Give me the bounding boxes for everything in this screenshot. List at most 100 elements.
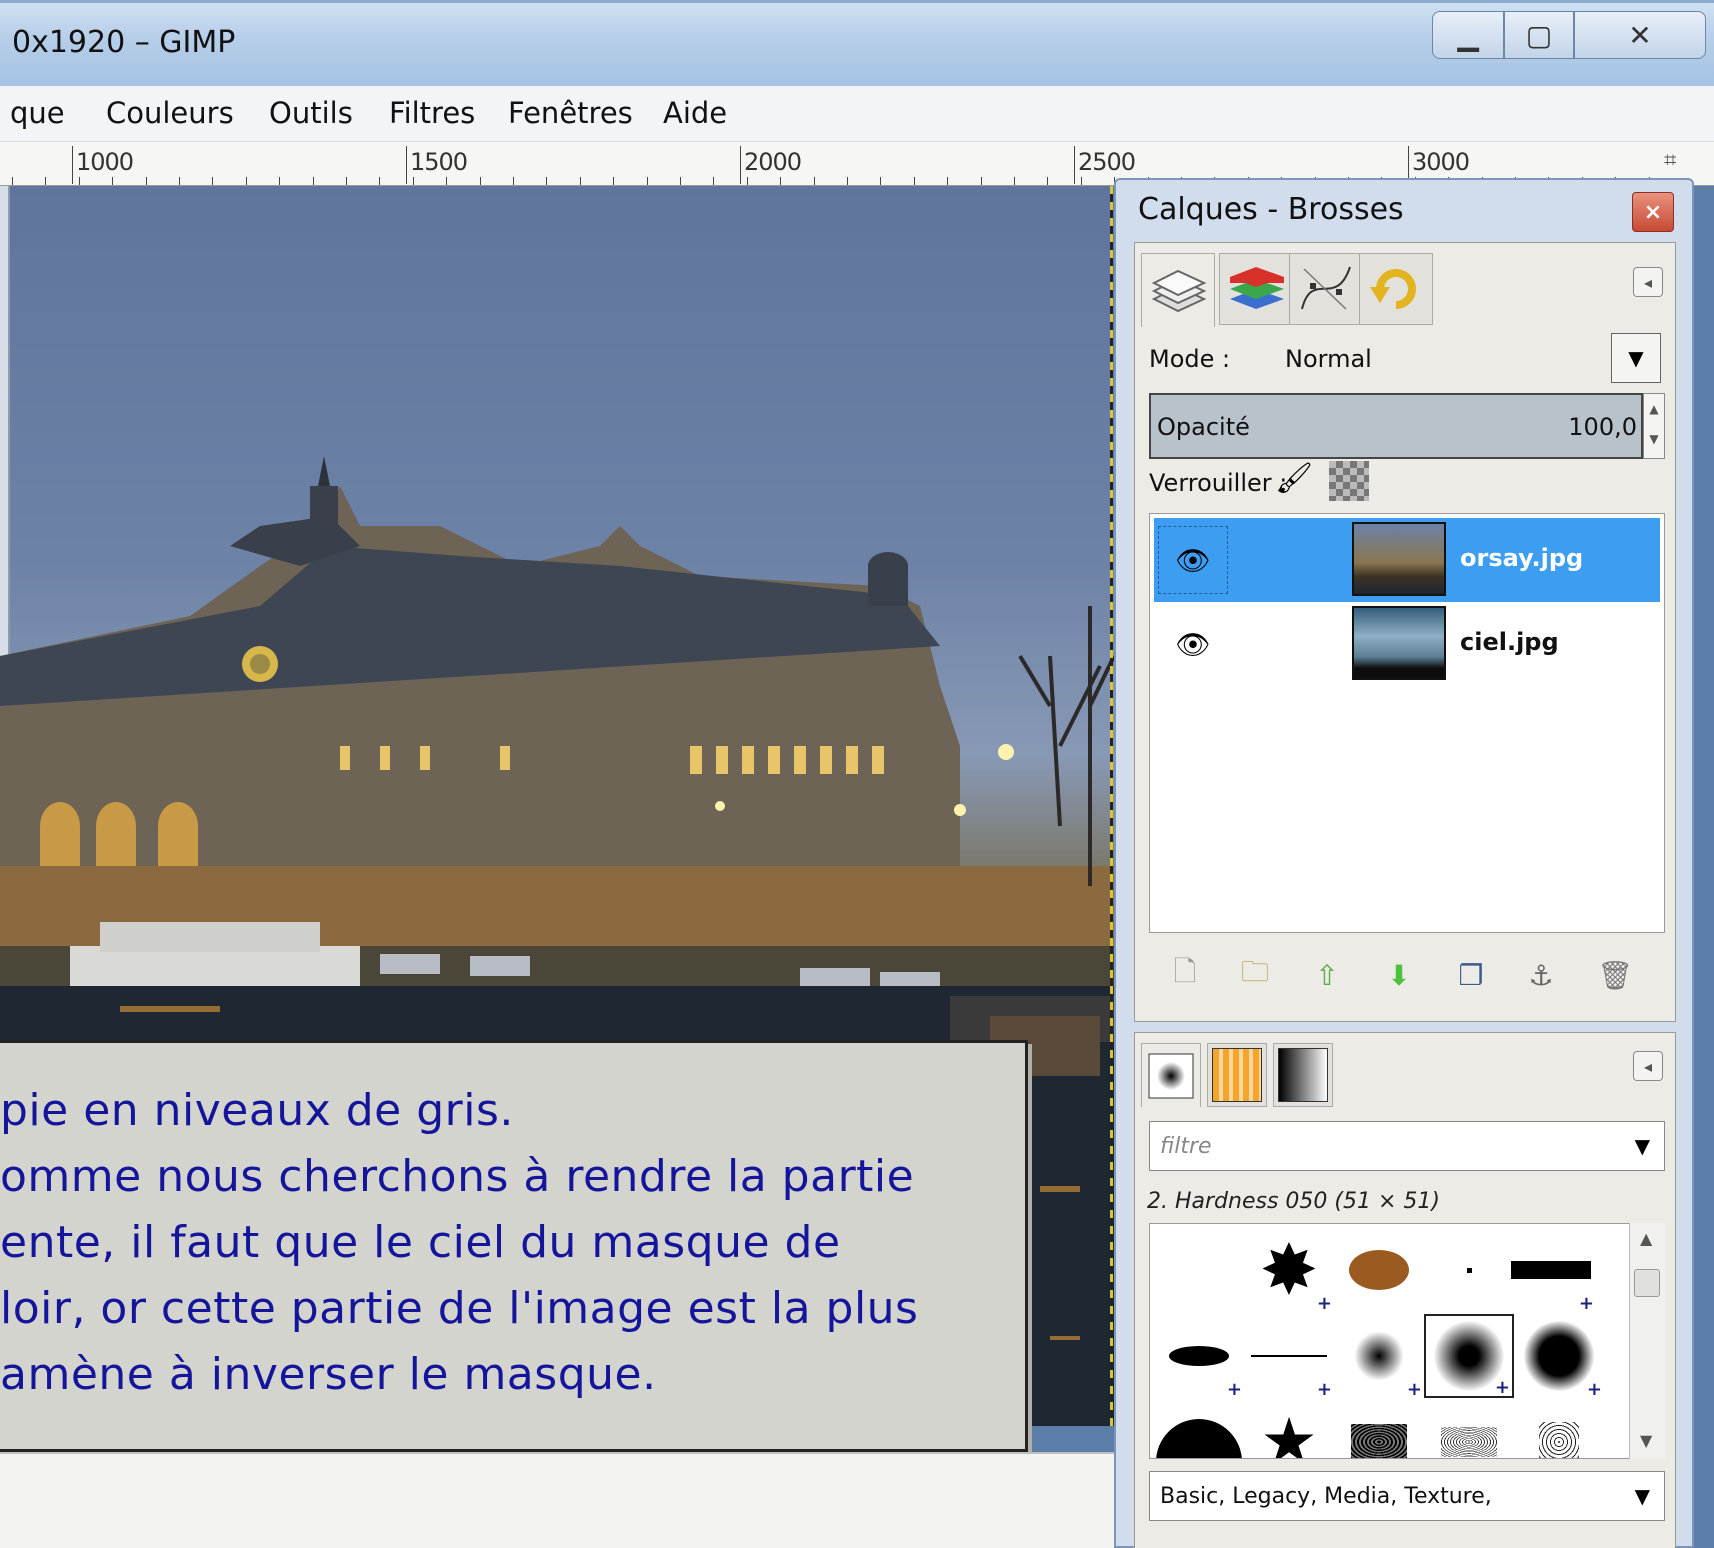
tab-undo-history[interactable] bbox=[1359, 253, 1433, 325]
chevron-down-icon[interactable]: ▼ bbox=[1635, 1484, 1650, 1508]
caption-line: ente, il faut que le ciel du masque de bbox=[0, 1217, 841, 1268]
ruler-minor-tick bbox=[12, 177, 13, 185]
brush-pixel[interactable] bbox=[1424, 1228, 1514, 1312]
brush-star[interactable]: ✸ + bbox=[1244, 1228, 1334, 1314]
minimize-button[interactable]: ▁ bbox=[1432, 11, 1504, 59]
lock-alpha-icon[interactable] bbox=[1329, 461, 1369, 501]
layers-brushes-dock: Calques - Brosses × ◂ Mode: Normal ▼ Op… bbox=[1114, 178, 1694, 1548]
delete-layer-icon[interactable]: 🗑 bbox=[1595, 955, 1635, 995]
ruler-minor-tick bbox=[379, 177, 380, 185]
brush-circle-hard[interactable] bbox=[1154, 1400, 1244, 1458]
menu-filtres[interactable]: Filtres bbox=[389, 96, 475, 130]
menu-outils[interactable]: Outils bbox=[269, 96, 353, 130]
brush-texture-2[interactable] bbox=[1424, 1400, 1514, 1458]
caption-line: pie en niveaux de gris. bbox=[0, 1085, 514, 1136]
title-bar: 0x1920 – GIMP ▁ ▢ ✕ bbox=[0, 0, 1714, 86]
dock-close-button[interactable]: × bbox=[1632, 192, 1674, 232]
brushes-icon bbox=[1148, 1053, 1194, 1098]
brush-block[interactable]: + bbox=[1506, 1228, 1596, 1314]
caption-line: loir, or cette partie de l'image est la … bbox=[0, 1283, 919, 1334]
tab-layers[interactable] bbox=[1141, 253, 1215, 327]
layer-name[interactable]: orsay.jpg bbox=[1460, 544, 1583, 572]
duplicate-layer-icon[interactable]: ❐ bbox=[1451, 955, 1491, 995]
menu-aide[interactable]: Aide bbox=[663, 96, 727, 130]
chevron-down-icon[interactable]: ▼ bbox=[1635, 1134, 1650, 1158]
ruler-minor-tick bbox=[847, 177, 848, 185]
zoom-navigate-icon[interactable]: ⌗ bbox=[1664, 148, 1676, 173]
ruler-major-tick bbox=[1074, 146, 1075, 184]
ruler-label: 1000 bbox=[76, 148, 134, 176]
new-group-icon[interactable]: 🗀 bbox=[1235, 955, 1275, 995]
tab-brushes[interactable] bbox=[1141, 1043, 1201, 1107]
ruler-minor-tick bbox=[212, 177, 213, 185]
ruler-minor-tick bbox=[814, 177, 815, 185]
close-button[interactable]: ✕ bbox=[1574, 11, 1706, 59]
brush-filter-input[interactable]: filtre ▼ bbox=[1149, 1121, 1665, 1171]
layer-row-orsay[interactable]: 👁 orsay.jpg bbox=[1154, 518, 1660, 602]
gradients-icon bbox=[1278, 1048, 1328, 1102]
ruler-minor-tick bbox=[279, 177, 280, 185]
anchor-layer-icon[interactable]: ⚓ bbox=[1521, 955, 1561, 995]
chevron-down-icon[interactable]: ▼ bbox=[1611, 333, 1661, 383]
brush-scrollbar[interactable]: ▲ ▼ bbox=[1629, 1223, 1665, 1459]
eye-icon[interactable]: 👁 bbox=[1158, 526, 1228, 594]
menu-bar: que Couleurs Outils Filtres Fenêtres Aid… bbox=[0, 86, 1714, 142]
brush-tags: Basic, Legacy, Media, Texture, bbox=[1160, 1484, 1492, 1509]
menu-fenetres[interactable]: Fenêtres bbox=[508, 96, 633, 130]
paths-icon bbox=[1301, 266, 1351, 310]
tab-gradients[interactable] bbox=[1273, 1043, 1333, 1107]
selected-brush-name: 2. Hardness 050 (51 × 51) bbox=[1147, 1189, 1440, 1214]
ruler-minor-tick bbox=[313, 177, 314, 185]
brushes-panel: ◂ filtre ▼ 2. Hardness 050 (51 × 51) ✸ + … bbox=[1134, 1032, 1676, 1548]
brush-line[interactable]: + bbox=[1244, 1314, 1334, 1400]
lower-layer-icon[interactable]: ⬇ bbox=[1379, 955, 1419, 995]
ruler-major-tick bbox=[72, 146, 73, 184]
lock-pixels-icon[interactable]: 🖌 bbox=[1275, 461, 1313, 496]
tab-patterns[interactable] bbox=[1207, 1043, 1267, 1107]
menu-image-partial[interactable]: que bbox=[10, 96, 65, 130]
ruler-minor-tick bbox=[112, 177, 113, 185]
opacity-value: 100,0 bbox=[1568, 413, 1637, 441]
ruler-minor-tick bbox=[647, 177, 648, 185]
raise-layer-icon[interactable]: ⇧ bbox=[1307, 955, 1347, 995]
opacity-spinner[interactable]: ▲ ▼ bbox=[1643, 393, 1665, 459]
channels-icon bbox=[1230, 267, 1284, 309]
layer-name[interactable]: ciel.jpg bbox=[1460, 628, 1559, 656]
tutorial-caption: pie en niveaux de gris. omme nous cherch… bbox=[0, 1040, 1028, 1452]
ruler-minor-tick bbox=[1047, 177, 1048, 185]
ruler-minor-tick bbox=[79, 177, 80, 185]
brush-texture-3[interactable] bbox=[1514, 1400, 1604, 1458]
brush-hardness-075[interactable]: + bbox=[1514, 1314, 1604, 1400]
tab-channels[interactable] bbox=[1219, 253, 1293, 325]
brush-grid[interactable]: ✸ + + + + + + + ★ bbox=[1149, 1223, 1665, 1459]
ruler-minor-tick bbox=[179, 177, 180, 185]
opacity-slider[interactable]: Opacité 100,0 bbox=[1149, 393, 1643, 459]
layer-list[interactable]: 👁 orsay.jpg 👁 ciel.jpg bbox=[1149, 513, 1665, 933]
tab-menu-button[interactable]: ◂ bbox=[1633, 1051, 1663, 1081]
brush-hardness-050[interactable]: + bbox=[1424, 1314, 1514, 1398]
ruler-major-tick bbox=[406, 146, 407, 184]
ruler-minor-tick bbox=[480, 177, 481, 185]
new-layer-icon[interactable]: 🗋 bbox=[1165, 955, 1205, 995]
ruler-minor-tick bbox=[513, 177, 514, 185]
tab-menu-button[interactable]: ◂ bbox=[1633, 267, 1663, 297]
brush-star-solid[interactable]: ★ bbox=[1244, 1400, 1334, 1458]
dock-title: Calques - Brosses bbox=[1138, 192, 1404, 227]
maximize-button[interactable]: ▢ bbox=[1504, 11, 1574, 59]
brush-gimp-wilber[interactable] bbox=[1334, 1228, 1424, 1312]
ruler-minor-tick bbox=[713, 177, 714, 185]
layer-row-ciel[interactable]: 👁 ciel.jpg bbox=[1154, 602, 1660, 686]
caption-line: amène à inverser le masque. bbox=[0, 1349, 657, 1400]
mode-value: Normal bbox=[1285, 345, 1372, 373]
brush-soft-small[interactable]: + bbox=[1334, 1314, 1424, 1400]
ruler-minor-tick bbox=[146, 177, 147, 185]
ruler-label: 2500 bbox=[1078, 148, 1136, 176]
menu-couleurs[interactable]: Couleurs bbox=[106, 96, 234, 130]
layers-panel: ◂ Mode : Normal ▼ Opacité 100,0 ▲ ▼ Verro… bbox=[1134, 242, 1676, 1022]
brush-ellipse[interactable]: + bbox=[1154, 1314, 1244, 1400]
brush-tags-input[interactable]: Basic, Legacy, Media, Texture, ▼ bbox=[1149, 1471, 1665, 1521]
brush-texture-1[interactable] bbox=[1334, 1400, 1424, 1458]
eye-icon[interactable]: 👁 bbox=[1158, 610, 1228, 678]
tab-paths[interactable] bbox=[1289, 253, 1363, 325]
mode-select[interactable]: Normal bbox=[1285, 333, 1623, 383]
